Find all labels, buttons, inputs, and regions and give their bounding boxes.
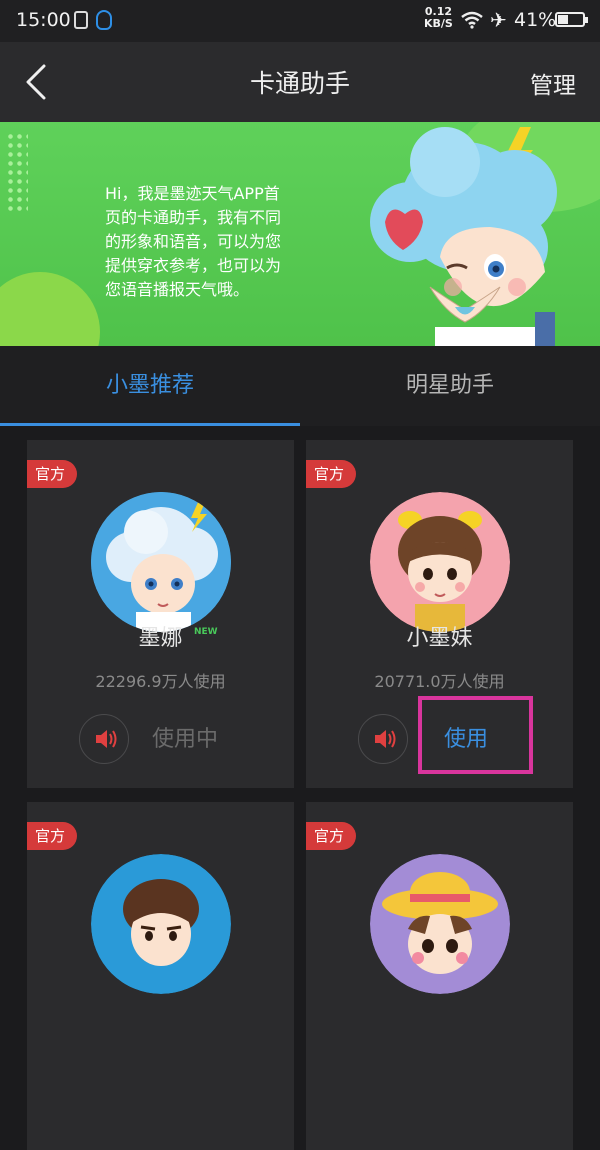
tab-bar: 小墨推荐 明星助手 xyxy=(0,346,600,426)
banner-text: Hi，我是墨迹天气APP首 页的卡通助手，我有不同 的形象和语音，可以为您 提供… xyxy=(105,182,345,302)
official-badge: 官方 xyxy=(306,460,356,488)
active-tab-indicator xyxy=(0,423,300,426)
app-bar: 卡通助手 管理 xyxy=(0,42,600,122)
official-badge: 官方 xyxy=(27,822,77,850)
tab-xiaomo-recommend[interactable]: 小墨推荐 xyxy=(0,346,300,426)
assistant-card[interactable]: 官方 xyxy=(306,802,573,1150)
assistant-name-text: 墨娜 xyxy=(138,626,183,651)
banner-line: 您语音播报天气哦。 xyxy=(105,280,250,299)
assistant-name: 小墨妹 xyxy=(406,626,473,651)
sound-preview-button[interactable] xyxy=(79,714,129,764)
speaker-icon xyxy=(375,730,396,748)
battery-icon xyxy=(555,12,588,27)
boy-avatar-illustration xyxy=(91,854,231,994)
avatar xyxy=(91,492,231,632)
xiaomomei-avatar-illustration xyxy=(370,492,510,632)
dots-decoration xyxy=(6,132,28,212)
status-bar: 15:00 0.12 KB/S ✈ 41% xyxy=(0,0,600,42)
banner-line: 提供穿衣参考，也可以为 xyxy=(105,256,282,275)
page-title: 卡通助手 xyxy=(249,69,350,98)
banner-line: Hi，我是墨迹天气APP首 xyxy=(105,184,280,203)
wifi-icon xyxy=(461,11,483,29)
vibrate-icon xyxy=(74,11,88,29)
battery-percent: 41% xyxy=(514,9,557,31)
qq-icon xyxy=(96,10,112,30)
mona-avatar-illustration xyxy=(91,492,231,632)
cartoon-assistant-illustration xyxy=(370,127,557,346)
status-time: 15:00 xyxy=(16,9,71,31)
assistant-card[interactable]: 官方 xyxy=(27,802,294,1150)
banner-line: 页的卡通助手，我有不同 xyxy=(105,208,282,227)
new-tag: NEW xyxy=(194,627,218,637)
back-icon[interactable] xyxy=(22,64,52,100)
avatar xyxy=(91,854,231,994)
airplane-icon: ✈ xyxy=(490,8,507,32)
usage-count: 22296.9万人使用 xyxy=(95,672,226,691)
official-badge: 官方 xyxy=(27,460,77,488)
in-use-status: 使用中 xyxy=(152,727,219,752)
net-speed-unit: KB/S xyxy=(424,17,453,30)
assistant-card-mona[interactable]: 官方 墨娜 NEW 22296.9万人使用 使用中 xyxy=(27,440,294,788)
banner-line: 的形象和语音，可以为您 xyxy=(105,232,282,251)
official-badge: 官方 xyxy=(306,822,356,850)
avatar xyxy=(370,854,510,994)
avatar xyxy=(370,492,510,632)
assistant-card-xiaomomei[interactable]: 官方 小墨妹 20771.0万人使用 使用 xyxy=(306,440,573,788)
highlight-box xyxy=(418,696,533,774)
assistant-name: 墨娜 xyxy=(27,620,294,652)
sound-preview-button[interactable] xyxy=(358,714,408,764)
sun-hat-girl-avatar-illustration xyxy=(370,854,510,994)
net-speed: 0.12 KB/S xyxy=(424,6,453,30)
tab-star-assistant[interactable]: 明星助手 xyxy=(300,346,600,426)
manage-button[interactable]: 管理 xyxy=(530,66,576,100)
leaf-decoration xyxy=(0,272,100,346)
speaker-icon xyxy=(96,730,117,748)
intro-banner[interactable]: Hi，我是墨迹天气APP首 页的卡通助手，我有不同 的形象和语音，可以为您 提供… xyxy=(0,122,600,346)
usage-count: 20771.0万人使用 xyxy=(374,672,505,691)
